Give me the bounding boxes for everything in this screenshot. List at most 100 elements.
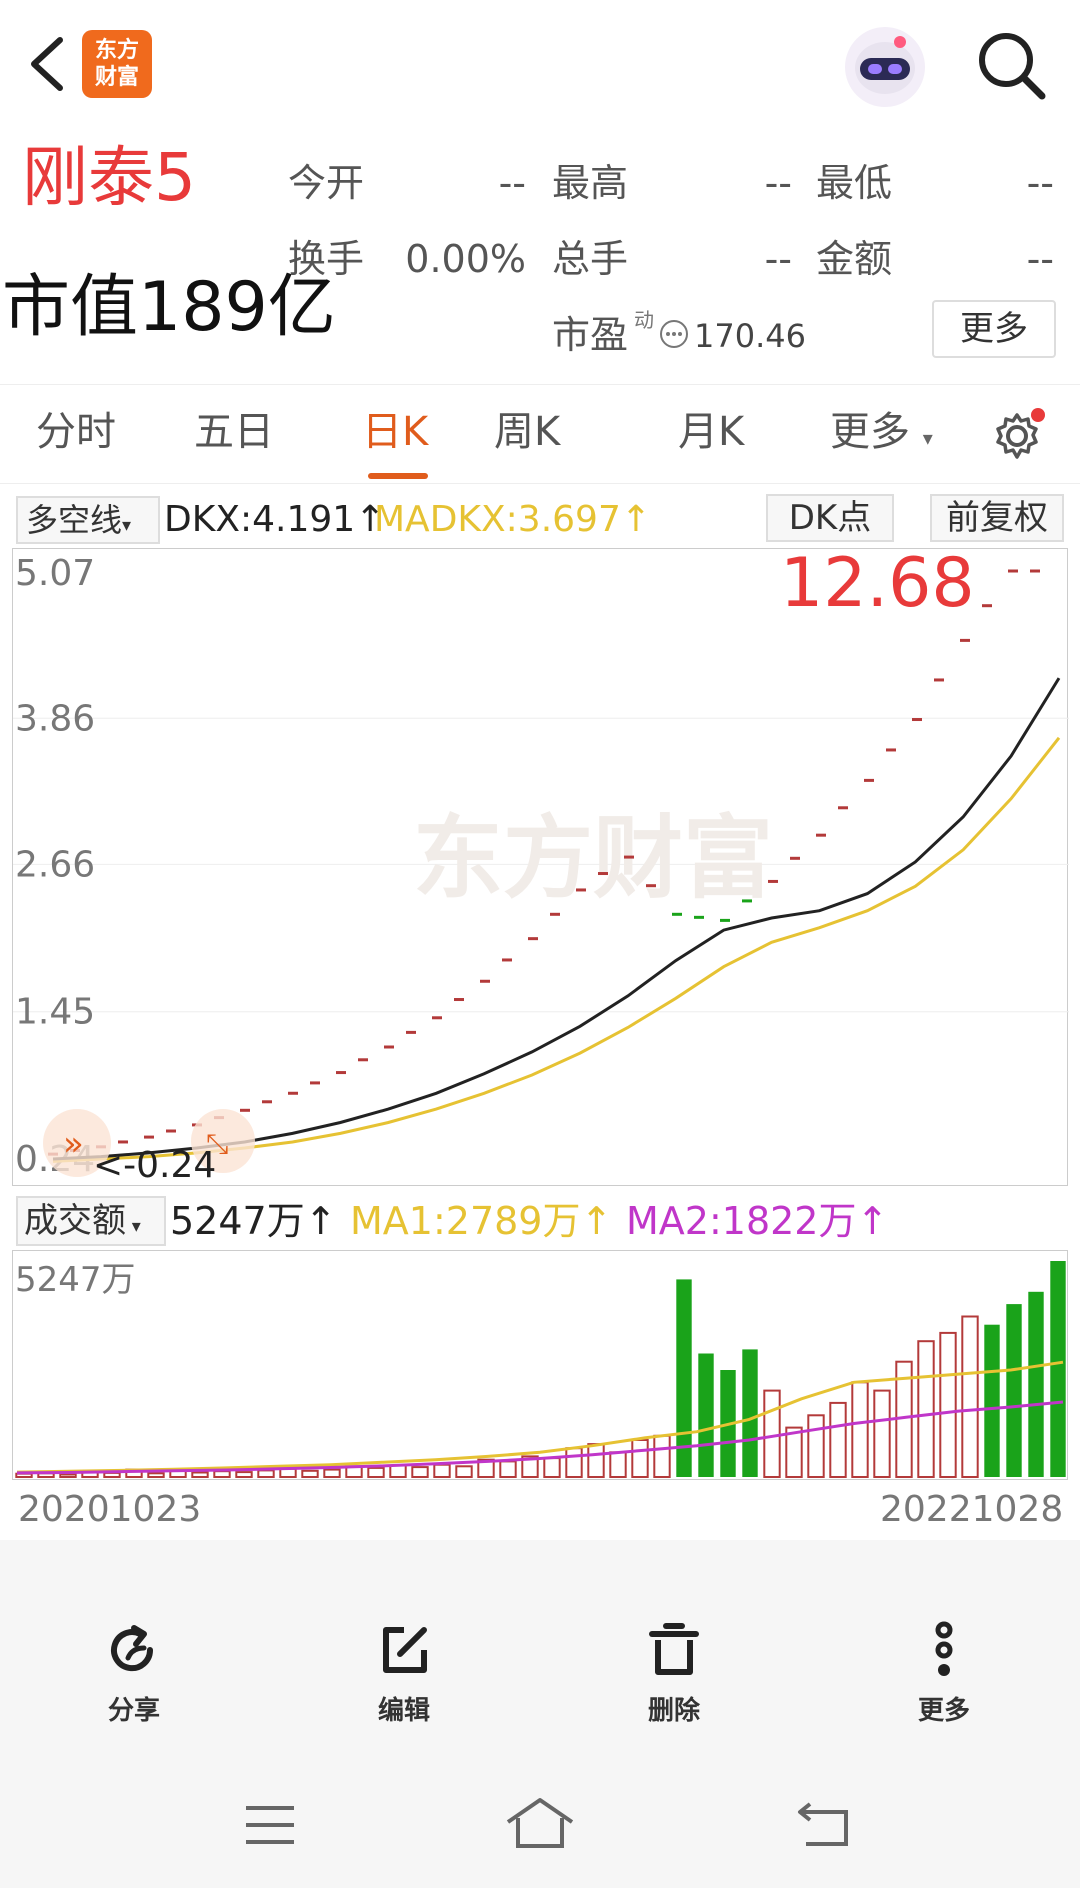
share-button[interactable]: 分享 bbox=[74, 1620, 194, 1727]
pe-label: 市盈 bbox=[552, 313, 629, 357]
dkx-series-line bbox=[52, 677, 1061, 1161]
volume-ma2: MA2:1822万↑ bbox=[626, 1199, 889, 1243]
share-label: 分享 bbox=[107, 1696, 160, 1726]
low-callout: <-0.24 bbox=[93, 1145, 216, 1186]
volume-bar-up bbox=[103, 1471, 121, 1478]
madkx-series-line bbox=[52, 736, 1061, 1163]
period-tabs: 分时 五日 日K 周K 月K 更多 ▾ bbox=[0, 384, 1080, 484]
pe-info-icon[interactable] bbox=[660, 320, 688, 348]
edit-icon bbox=[383, 1627, 427, 1673]
tab-weekly-k[interactable]: 周K bbox=[494, 407, 560, 457]
volume-bar-up bbox=[609, 1451, 627, 1479]
tab-more-label: 更多 bbox=[830, 409, 910, 455]
volume-bar-up bbox=[499, 1460, 517, 1478]
volume-bar-up bbox=[763, 1389, 781, 1479]
volume-ma1: MA1:2789万↑ bbox=[350, 1199, 613, 1243]
robot-icon bbox=[845, 27, 925, 107]
more-label: 更多 bbox=[917, 1696, 970, 1726]
pe-dynamic-mark: 动 bbox=[634, 308, 654, 332]
y-tick-label: 2.66 bbox=[15, 844, 95, 885]
recent-apps-button[interactable] bbox=[240, 1800, 300, 1850]
volume-bar-up bbox=[147, 1472, 165, 1479]
back-nav-button[interactable] bbox=[796, 1800, 852, 1850]
volume-bar-up bbox=[565, 1447, 583, 1478]
volume-chart-canvas: 5247万 bbox=[15, 1260, 1066, 1479]
action-bar: 分享 编辑 删除 更多 bbox=[0, 1540, 1080, 1770]
low-label: 最低 bbox=[816, 161, 893, 205]
tab-monthly-k[interactable]: 月K bbox=[678, 407, 744, 457]
indicator-selector[interactable]: 多空线▾ bbox=[16, 496, 160, 544]
volume-chart[interactable]: 5247万 bbox=[12, 1250, 1068, 1480]
volume-bar-up bbox=[917, 1340, 935, 1478]
tab-five-day[interactable]: 五日 bbox=[194, 407, 274, 457]
volume-value: -- bbox=[764, 237, 792, 281]
volume-bar-up bbox=[961, 1315, 979, 1478]
amount-value: -- bbox=[1026, 237, 1054, 281]
volume-bar-up bbox=[59, 1473, 77, 1478]
volume-axis-top: 5247万 bbox=[15, 1260, 136, 1300]
volume-bar-up bbox=[213, 1470, 231, 1478]
turnover-value: 0.00% bbox=[405, 237, 526, 281]
share-icon bbox=[111, 1625, 154, 1672]
caret-down-icon: ▾ bbox=[122, 515, 132, 536]
assistant-robot-avatar[interactable] bbox=[840, 24, 930, 110]
edit-button[interactable]: 编辑 bbox=[344, 1620, 464, 1727]
delete-label: 删除 bbox=[647, 1696, 700, 1726]
volume-bar-down bbox=[1028, 1291, 1044, 1477]
app-header: 东方 财富 bbox=[0, 0, 1080, 130]
back-button[interactable] bbox=[22, 28, 72, 100]
volume-bar-up bbox=[389, 1464, 407, 1478]
high-price-callout: 12.68 bbox=[780, 544, 975, 623]
tab-more[interactable]: 更多 ▾ bbox=[830, 407, 933, 463]
high-label: 最高 bbox=[552, 161, 629, 205]
logo-text-line1: 东方 bbox=[94, 38, 139, 63]
volume-bar-down bbox=[698, 1353, 714, 1477]
search-button[interactable] bbox=[972, 28, 1052, 104]
menu-icon bbox=[246, 1806, 294, 1844]
volume-bar-up bbox=[653, 1434, 671, 1479]
quote-more-button[interactable]: 更多 bbox=[932, 300, 1056, 358]
tab-daily-k[interactable]: 日K bbox=[362, 407, 428, 457]
madkx-value: MADKX:3.697↑ bbox=[374, 499, 652, 540]
volume-bar-up bbox=[543, 1457, 561, 1479]
open-label: 今开 bbox=[288, 161, 365, 205]
caret-down-icon: ▾ bbox=[922, 426, 933, 450]
volume-bar-up bbox=[873, 1389, 891, 1479]
volume-bar-up bbox=[807, 1414, 825, 1479]
volume-bar-up bbox=[367, 1466, 385, 1478]
search-icon bbox=[979, 33, 1046, 100]
volume-bar-up bbox=[631, 1439, 649, 1478]
volume-indicator-selector[interactable]: 成交额 ▾ bbox=[16, 1196, 166, 1246]
settings-button[interactable] bbox=[990, 407, 1046, 463]
dkx-chart-canvas: 东方财富 5.073.862.661.450.24 » ⤡ <-0.24 bbox=[13, 553, 1069, 1186]
volume-selector-label: 成交额 bbox=[24, 1201, 126, 1241]
y-tick-label: 5.07 bbox=[15, 553, 95, 594]
dkx-chart[interactable]: 东方财富 5.073.862.661.450.24 » ⤡ <-0.24 bbox=[12, 548, 1069, 1186]
home-button[interactable] bbox=[504, 1796, 576, 1852]
stock-name: 刚泰5 bbox=[22, 139, 196, 216]
caret-down-icon: ▾ bbox=[126, 1216, 141, 1237]
logo-text-line2: 财富 bbox=[94, 65, 139, 90]
forward-adjust-button[interactable]: 前复权 bbox=[930, 494, 1064, 542]
dk-points-button[interactable]: DK点 bbox=[766, 494, 894, 542]
return-icon bbox=[798, 1802, 848, 1846]
trash-icon bbox=[649, 1623, 699, 1675]
y-tick-label: 1.45 bbox=[15, 992, 95, 1033]
dots-icon bbox=[666, 332, 682, 336]
volume-bar-up bbox=[323, 1468, 341, 1479]
more-actions-button[interactable]: 更多 bbox=[884, 1620, 1004, 1727]
home-icon bbox=[506, 1798, 574, 1848]
start-date: 20201023 bbox=[18, 1489, 202, 1530]
volume-bar-up bbox=[411, 1466, 429, 1479]
end-date: 20221028 bbox=[880, 1489, 1064, 1530]
delete-button[interactable]: 删除 bbox=[614, 1620, 734, 1727]
amount-label: 金额 bbox=[816, 237, 893, 281]
market-cap: 市值189亿 bbox=[2, 268, 336, 347]
volume-bar-up bbox=[433, 1463, 451, 1478]
y-tick-label: 3.86 bbox=[15, 698, 95, 739]
volume-bar-down bbox=[742, 1349, 758, 1477]
volume-bar-down bbox=[984, 1324, 1000, 1477]
tab-intraday[interactable]: 分时 bbox=[36, 407, 116, 457]
edit-label: 编辑 bbox=[377, 1696, 430, 1726]
volume-bar-up bbox=[829, 1401, 847, 1478]
